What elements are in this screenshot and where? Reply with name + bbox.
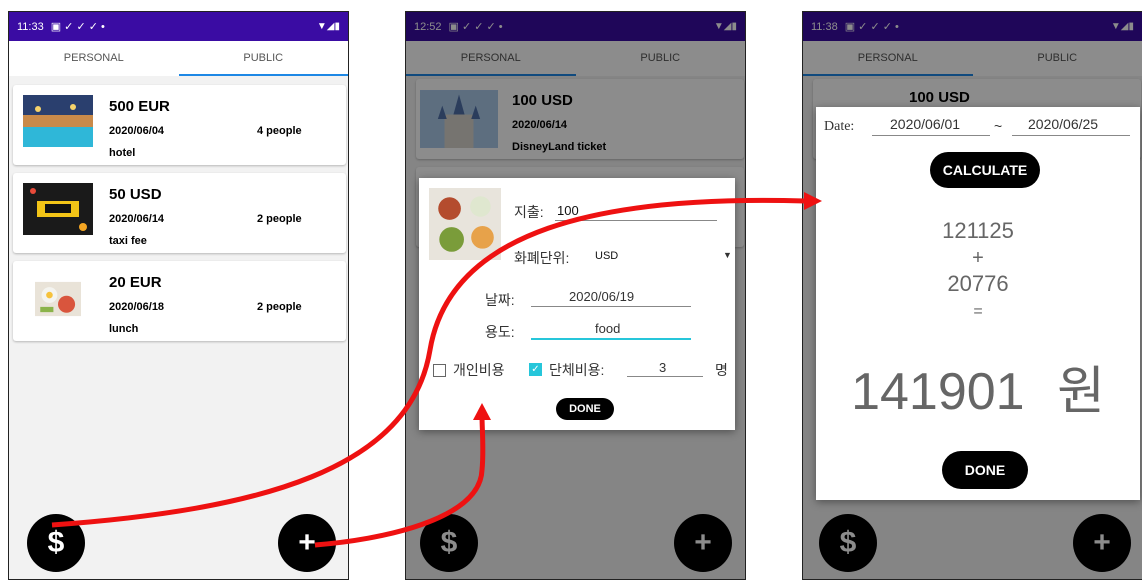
status-bar: 11:33 ▣ ✓ ✓ ✓ • ▼◢▮ bbox=[9, 12, 348, 41]
currency-unit: 원 bbox=[1057, 363, 1105, 421]
currency-select[interactable]: USD bbox=[595, 250, 618, 262]
purpose-underline bbox=[531, 338, 691, 340]
date-from-input[interactable]: 2020/06/01 bbox=[890, 116, 960, 132]
group-label: 단체비용: bbox=[549, 362, 605, 378]
list-item[interactable]: 500 EUR 2020/06/04 4 people hotel bbox=[13, 85, 346, 165]
tab-bar: PERSONAL PUBLIC bbox=[9, 41, 348, 76]
item-date: 2020/06/14 bbox=[109, 213, 165, 225]
item-people: 2 people bbox=[257, 301, 302, 313]
list-item[interactable]: 50 USD 2020/06/14 2 people taxi fee bbox=[13, 173, 346, 253]
date-to-underline bbox=[1012, 135, 1130, 136]
group-checkbox[interactable]: ✓ bbox=[529, 363, 542, 376]
item-memo: lunch bbox=[109, 323, 139, 335]
purpose-input[interactable]: food bbox=[595, 321, 620, 336]
expense-input[interactable]: 100 bbox=[557, 203, 579, 218]
tab-public[interactable]: PUBLIC bbox=[179, 41, 349, 76]
personal-label: 개인비용 bbox=[453, 362, 505, 378]
item-date: 2020/06/18 bbox=[109, 301, 165, 313]
hotel-image bbox=[23, 95, 93, 147]
item-amount: 50 USD bbox=[109, 186, 162, 203]
date-from-underline bbox=[872, 135, 990, 136]
equals-sign: = bbox=[973, 303, 983, 320]
personal-checkbox[interactable] bbox=[433, 364, 446, 377]
notification-icon: ▣ ✓ ✓ ✓ • bbox=[50, 21, 105, 33]
food-image bbox=[429, 188, 501, 260]
tab-indicator bbox=[178, 74, 348, 76]
lunch-image bbox=[35, 281, 81, 317]
item-amount: 500 EUR bbox=[109, 98, 170, 115]
add-expense-dialog: 지출: 100 화폐단위: USD ▼ 날짜: 2020/06/19 용도: f… bbox=[419, 178, 735, 430]
date-tilde: ~ bbox=[994, 118, 1003, 134]
plus-sign: + bbox=[972, 247, 984, 269]
plus-icon: + bbox=[298, 526, 316, 559]
done-button[interactable]: DONE bbox=[556, 398, 614, 420]
phone-screen-calculate-dialog: 11:38 ▣ ✓ ✓ ✓ • ▼◢▮ PERSONAL PUBLIC 100 … bbox=[802, 11, 1142, 580]
date-input[interactable]: 2020/06/19 bbox=[569, 289, 634, 304]
date-underline bbox=[531, 306, 691, 307]
date-to-input[interactable]: 2020/06/25 bbox=[1028, 116, 1098, 132]
calculate-dialog: Date: 2020/06/01 ~ 2020/06/25 CALCULATE … bbox=[816, 107, 1140, 500]
item-date: 2020/06/04 bbox=[109, 125, 165, 137]
calculate-fab[interactable]: $ bbox=[27, 514, 85, 572]
status-time: 11:33 bbox=[17, 20, 44, 33]
item-amount: 20 EUR bbox=[109, 274, 162, 291]
item-memo: hotel bbox=[109, 147, 136, 159]
phone-screen-list: 11:33 ▣ ✓ ✓ ✓ • ▼◢▮ PERSONAL PUBLIC 500 … bbox=[8, 11, 349, 580]
purpose-label: 용도: bbox=[485, 324, 515, 340]
calculate-button[interactable]: CALCULATE bbox=[930, 152, 1040, 188]
done-button[interactable]: DONE bbox=[942, 451, 1028, 489]
signal-battery-icon: ▼◢▮ bbox=[316, 21, 340, 32]
item-people: 4 people bbox=[257, 125, 302, 137]
partial-sum-2: 20776 bbox=[947, 271, 1009, 296]
group-count-underline bbox=[627, 376, 703, 377]
expense-label: 지출: bbox=[514, 204, 544, 220]
date-label: 날짜: bbox=[485, 292, 515, 308]
tab-personal[interactable]: PERSONAL bbox=[9, 41, 179, 76]
date-range-label: Date: bbox=[824, 119, 855, 134]
add-fab[interactable]: + bbox=[278, 514, 336, 572]
total-value: 141901 bbox=[851, 363, 1025, 421]
dropdown-icon: ▼ bbox=[723, 250, 732, 260]
dollar-icon: $ bbox=[47, 526, 65, 559]
group-count-input[interactable]: 3 bbox=[659, 360, 666, 375]
currency-label: 화폐단위: bbox=[514, 250, 570, 266]
partial-sum-1: 121125 bbox=[942, 218, 1014, 243]
list-item[interactable]: 20 EUR 2020/06/18 2 people lunch bbox=[13, 261, 346, 341]
item-memo: taxi fee bbox=[109, 235, 147, 247]
item-people: 2 people bbox=[257, 213, 302, 225]
taxi-image bbox=[23, 183, 93, 235]
expense-underline bbox=[555, 220, 717, 221]
group-unit: 명 bbox=[715, 362, 728, 378]
total-result: 141901 원 bbox=[816, 349, 1140, 424]
phone-screen-add-dialog: 12:52 ▣ ✓ ✓ ✓ • ▼◢▮ PERSONAL PUBLIC 100 … bbox=[405, 11, 746, 580]
